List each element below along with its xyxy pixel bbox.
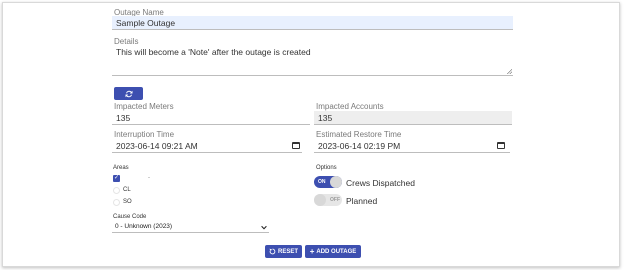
planned-toggle[interactable]: OFF (314, 194, 342, 206)
interruption-time-input[interactable]: 2023-06-14 09:21 AM (112, 139, 302, 153)
impacted-meters-label: Impacted Meters (114, 102, 174, 111)
details-value: This will become a 'Note' after the outa… (116, 47, 311, 57)
toggle-knob (330, 176, 342, 188)
areas-label: Areas (113, 165, 129, 171)
options-label: Options (316, 165, 337, 171)
outage-name-input[interactable]: Sample Outage (112, 16, 513, 30)
toggle-off-text: OFF (330, 197, 340, 203)
impacted-meters-input[interactable]: 135 (112, 111, 310, 125)
estimated-restore-time-value: 2023-06-14 02:19 PM (318, 141, 401, 151)
chevron-down-icon (261, 225, 267, 230)
outage-form-panel: Outage Name Sample Outage Details This w… (2, 2, 620, 267)
estimated-restore-time-input[interactable]: 2023-06-14 02:19 PM (314, 139, 510, 153)
interruption-time-value: 2023-06-14 09:21 AM (116, 141, 198, 151)
crews-dispatched-label: Crews Dispatched (346, 178, 415, 188)
area-label-cl: CL (123, 187, 131, 193)
impacted-accounts-value: 135 (318, 113, 333, 123)
planned-label: Planned (346, 196, 378, 206)
resize-grip-icon[interactable] (507, 69, 512, 74)
outage-name-value: Sample Outage (116, 18, 176, 28)
area-label-so: SO (123, 199, 132, 205)
area-checkbox-so[interactable] (113, 199, 120, 206)
refresh-icon (125, 90, 132, 97)
impacted-accounts-input: 135 (314, 111, 512, 125)
crews-dispatched-toggle[interactable]: ON (314, 176, 342, 188)
reset-icon (269, 248, 276, 255)
impacted-meters-value: 135 (116, 113, 131, 123)
area-checkbox-1[interactable]: ✓ (113, 175, 120, 182)
details-textarea[interactable]: This will become a 'Note' after the outa… (112, 46, 513, 76)
plus-icon: + (309, 246, 315, 256)
calendar-icon[interactable] (497, 142, 505, 149)
refresh-button[interactable] (114, 87, 143, 100)
add-outage-button[interactable]: + ADD OUTAGE (305, 245, 361, 258)
details-label: Details (114, 37, 139, 46)
interruption-time-label: Interruption Time (114, 130, 175, 139)
add-outage-label: ADD OUTAGE (316, 248, 357, 255)
toggle-knob (314, 194, 326, 206)
toggle-on-text: ON (318, 179, 326, 185)
cause-code-label-text: Cause Code (113, 214, 147, 220)
calendar-icon[interactable] (292, 142, 300, 149)
area-checkbox-cl[interactable] (113, 187, 120, 194)
area-label-1-marker (148, 177, 150, 178)
estimated-restore-time-label: Estimated Restore Time (316, 130, 402, 139)
cause-code-select[interactable]: 0 - Unknown (2023) (112, 222, 269, 233)
reset-button[interactable]: RESET (265, 245, 302, 258)
impacted-accounts-label: Impacted Accounts (316, 102, 384, 111)
reset-label: RESET (277, 248, 298, 255)
cause-code-value: 0 - Unknown (2023) (115, 223, 173, 230)
